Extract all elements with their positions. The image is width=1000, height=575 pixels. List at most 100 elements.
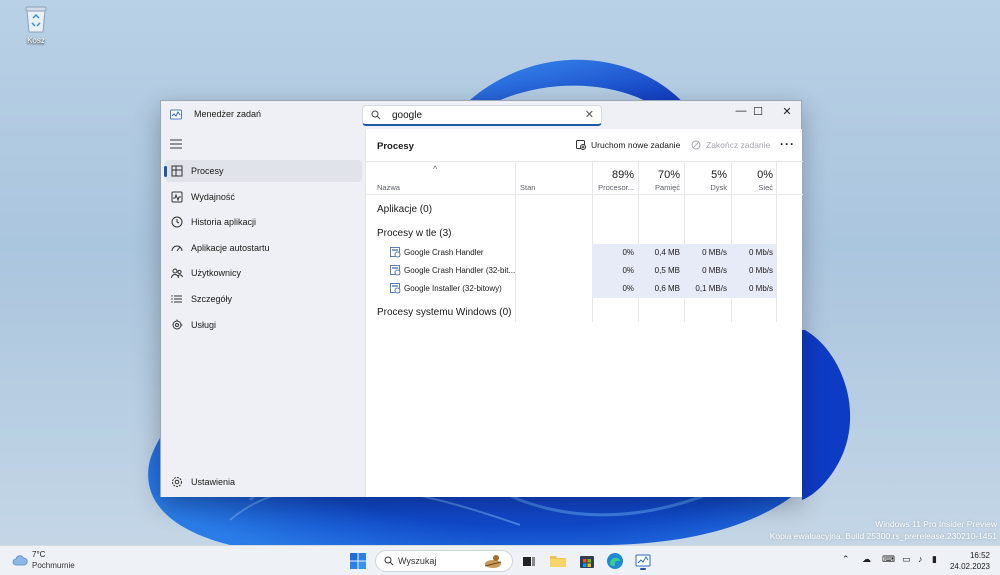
process-disk: 0 MB/s <box>702 248 727 257</box>
sidebar-item-startup[interactable]: Aplikacje autostartu <box>165 237 362 259</box>
cpu-usage-total: 89% <box>611 169 634 181</box>
watermark-edition: Windows 11 Pro Insider Preview <box>875 519 997 529</box>
process-name: Google Crash Handler <box>404 248 484 257</box>
divider <box>515 162 516 322</box>
sidebar-item-users[interactable]: Użytkownicy <box>165 262 362 284</box>
title-bar[interactable]: Menedżer zadań ✕ — ☐ ✕ <box>161 101 801 129</box>
column-header-cpu[interactable]: Procesor... <box>592 183 634 192</box>
battery-icon[interactable]: ▮ <box>932 554 937 565</box>
gear-icon <box>172 477 182 487</box>
group-windows-processes[interactable]: Procesy systemu Windows (0) <box>377 307 511 318</box>
process-name: Google Installer (32-bitowy) <box>404 284 502 293</box>
end-task-label: Zakończ zadanie <box>706 140 771 150</box>
clear-search-icon[interactable]: ✕ <box>585 108 594 121</box>
taskbar-search[interactable]: Wyszukaj <box>375 550 513 572</box>
sort-ascending-icon: ^ <box>433 164 438 174</box>
end-task-icon <box>691 140 701 150</box>
show-hidden-icons-icon[interactable]: ⌃ <box>842 554 850 565</box>
sidebar-item-history[interactable]: Historia aplikacji <box>165 211 362 233</box>
history-icon <box>171 216 183 228</box>
sidebar-item-settings[interactable]: Ustawienia <box>165 471 362 493</box>
file-explorer-icon[interactable] <box>549 552 567 570</box>
search-box[interactable]: ✕ <box>362 105 602 126</box>
sidebar-item-label: Historia aplikacji <box>191 217 257 227</box>
process-disk: 0 MB/s <box>702 266 727 275</box>
sidebar-item-label: Wydajność <box>191 192 235 202</box>
processes-icon <box>171 165 183 177</box>
start-icon[interactable] <box>349 552 367 570</box>
cloud-icon <box>12 555 28 566</box>
process-network: 0 Mb/s <box>748 266 773 275</box>
clock[interactable]: 16:52 24.02.2023 <box>950 550 990 572</box>
column-header-name[interactable]: Nazwa <box>377 183 400 192</box>
maximize-button[interactable]: ☐ <box>743 101 773 121</box>
sidebar-item-services[interactable]: Usługi <box>165 314 362 336</box>
sidebar: Procesy Wydajność Historia aplikacji Apl… <box>161 129 365 497</box>
hamburger-menu-icon[interactable] <box>170 139 182 149</box>
process-memory: 0,5 MB <box>654 266 680 275</box>
close-button[interactable]: ✕ <box>772 101 802 121</box>
window-title: Menedżer zadań <box>194 109 262 119</box>
recycle-bin-label: Kosz <box>27 36 45 45</box>
task-view-icon[interactable] <box>520 552 538 570</box>
recycle-bin-shortcut[interactable]: Kosz <box>18 4 54 45</box>
column-header-memory[interactable]: Pamięć <box>638 183 680 192</box>
process-cpu: 0% <box>622 284 634 293</box>
process-network: 0 Mb/s <box>748 284 773 293</box>
process-metrics: 0% 0,5 MB 0 MB/s 0 Mb/s <box>592 262 776 280</box>
process-disk: 0,1 MB/s <box>695 284 727 293</box>
table-row[interactable]: Google Crash Handler (32-bit... 0% 0,5 M… <box>366 262 803 280</box>
weather-condition: Pochmurnie <box>32 561 75 570</box>
process-memory: 0,4 MB <box>654 248 680 257</box>
column-header-disk[interactable]: Dysk <box>684 183 727 192</box>
table-row[interactable]: Google Crash Handler 0% 0,4 MB 0 MB/s 0 … <box>366 244 803 262</box>
sidebar-item-label: Szczegóły <box>191 294 233 304</box>
onedrive-icon[interactable]: ☁ <box>862 554 871 565</box>
sidebar-item-label: Użytkownicy <box>191 268 242 278</box>
divider <box>776 162 777 322</box>
sidebar-item-label: Usługi <box>191 320 217 330</box>
page-title: Procesy <box>377 141 414 152</box>
performance-icon <box>171 191 183 203</box>
task-manager-icon <box>170 109 182 120</box>
memory-usage-total: 70% <box>657 169 680 181</box>
process-network: 0 Mb/s <box>748 248 773 257</box>
startup-icon <box>171 245 183 252</box>
network-icon[interactable]: ▭ <box>902 554 911 565</box>
search-highlight-icon <box>484 555 502 568</box>
run-task-icon <box>576 140 586 150</box>
services-icon <box>172 319 183 330</box>
end-task-button[interactable]: Zakończ zadanie <box>691 140 770 150</box>
task-manager-taskbar-icon[interactable] <box>634 552 652 570</box>
sidebar-item-processes[interactable]: Procesy <box>164 160 362 182</box>
weather-temperature: 7°C <box>32 550 46 559</box>
more-options-icon[interactable]: ··· <box>780 137 795 151</box>
process-cpu: 0% <box>622 266 634 275</box>
keyboard-layout-icon[interactable]: ⌨ <box>882 554 895 565</box>
recycle-bin-icon <box>23 4 49 34</box>
process-metrics: 0% 0,4 MB 0 MB/s 0 Mb/s <box>592 244 776 262</box>
sidebar-item-details[interactable]: Szczegóły <box>165 288 362 310</box>
settings-label: Ustawienia <box>191 477 236 487</box>
column-header-status[interactable]: Stan <box>520 183 535 192</box>
sidebar-item-label: Procesy <box>191 166 224 176</box>
process-cpu: 0% <box>622 248 634 257</box>
disk-usage-total: 5% <box>711 169 727 181</box>
edge-icon[interactable] <box>606 552 624 570</box>
group-apps[interactable]: Aplikacje (0) <box>377 204 432 215</box>
run-new-task-button[interactable]: Uruchom nowe zadanie <box>576 140 680 150</box>
sidebar-item-performance[interactable]: Wydajność <box>165 186 362 208</box>
table-row[interactable]: Google Installer (32-bitowy) 0% 0,6 MB 0… <box>366 280 803 298</box>
network-usage-total: 0% <box>757 169 773 181</box>
clock-time: 16:52 <box>969 551 990 560</box>
store-icon[interactable] <box>578 552 596 570</box>
process-icon <box>390 283 401 294</box>
divider <box>366 161 803 162</box>
volume-icon[interactable]: ♪ <box>918 554 923 564</box>
processes-panel: Procesy Uruchom nowe zadanie Zakończ zad… <box>365 129 803 497</box>
group-background-processes[interactable]: Procesy w tle (3) <box>377 228 451 239</box>
run-new-task-label: Uruchom nowe zadanie <box>591 140 681 150</box>
search-input[interactable] <box>392 108 572 123</box>
process-icon <box>390 265 401 276</box>
column-header-network[interactable]: Sieć <box>731 183 773 192</box>
